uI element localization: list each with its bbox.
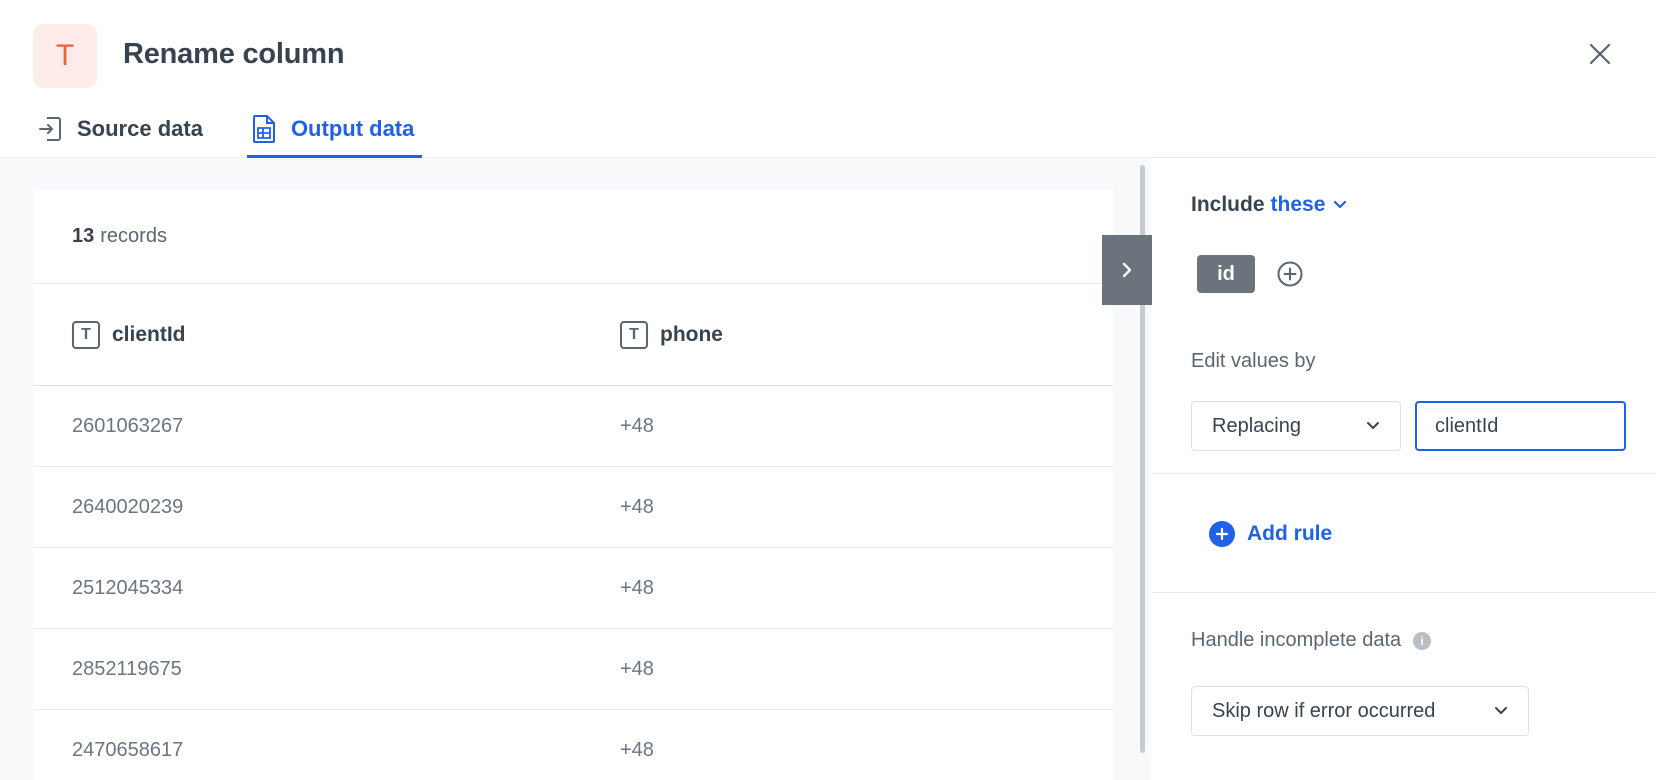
add-rule-label: Add rule xyxy=(1247,522,1333,545)
page-title: Rename column xyxy=(123,38,345,70)
cell-clientid: 2640020239 xyxy=(72,495,184,518)
column-header-phone[interactable]: T phone xyxy=(620,320,723,349)
table-row: 2470658617 +48 xyxy=(33,710,1113,780)
cell-clientid: 2470658617 xyxy=(72,738,184,761)
table-row: 2852119675 +48 xyxy=(33,629,1113,710)
include-row: Include these xyxy=(1191,193,1347,217)
info-icon[interactable]: i xyxy=(1413,631,1432,650)
column-name: phone xyxy=(660,322,723,346)
add-rule-button[interactable]: Add rule xyxy=(1209,521,1332,547)
cell-clientid: 2512045334 xyxy=(72,576,184,599)
chevron-down-icon xyxy=(1367,422,1379,429)
tab-output-data[interactable]: Output data xyxy=(246,108,423,158)
add-column-button[interactable] xyxy=(1275,259,1305,289)
incomplete-data-select[interactable]: Skip row if error occurred xyxy=(1191,686,1529,736)
tab-output-data-label: Output data xyxy=(290,116,415,141)
edit-values-label: Edit values by xyxy=(1191,350,1316,372)
close-button[interactable] xyxy=(1580,34,1620,74)
table-header: T clientId T phone xyxy=(33,284,1113,386)
text-type-icon: T xyxy=(620,320,648,349)
plus-circle-filled-icon xyxy=(1209,521,1235,547)
cell-clientid: 2601063267 xyxy=(72,414,184,437)
data-table-card: 13 records T clientId T phone 2601063267… xyxy=(33,190,1113,780)
app-icon-glyph: T xyxy=(55,39,75,72)
records-count: 13 xyxy=(72,225,95,247)
edit-mode-select[interactable]: Replacing xyxy=(1191,401,1401,451)
include-selector-dropdown[interactable]: these xyxy=(1271,193,1348,217)
tab-source-data[interactable]: Source data xyxy=(33,108,211,158)
text-type-icon: T xyxy=(72,320,100,349)
replace-value-input[interactable] xyxy=(1415,401,1626,451)
cell-clientid: 2852119675 xyxy=(72,657,182,680)
column-name: clientId xyxy=(112,322,186,346)
chevron-down-icon xyxy=(1334,200,1347,209)
table-row: 2601063267 +48 xyxy=(33,386,1113,467)
chevron-right-icon xyxy=(1122,262,1132,278)
include-selector-value: these xyxy=(1270,193,1326,216)
section-divider xyxy=(1152,473,1656,474)
incomplete-data-value: Skip row if error occurred xyxy=(1212,699,1436,722)
close-icon xyxy=(1589,43,1611,65)
data-preview-pane: 13 records T clientId T phone 2601063267… xyxy=(0,159,1151,780)
column-chip-label: id xyxy=(1217,262,1235,285)
table-row: 2512045334 +48 xyxy=(33,548,1113,629)
incomplete-data-label: Handle incomplete data i xyxy=(1191,629,1432,652)
records-summary: 13 records xyxy=(33,190,1113,284)
cell-phone: +48 xyxy=(620,738,654,761)
cell-phone: +48 xyxy=(620,495,654,518)
section-divider xyxy=(1152,592,1656,593)
table-row: 2640020239 +48 xyxy=(33,467,1113,548)
tab-bar: Source data Output data xyxy=(33,108,458,158)
incomplete-data-text: Handle incomplete data xyxy=(1191,629,1402,651)
chevron-down-icon xyxy=(1495,707,1507,714)
text-type-app-icon: T xyxy=(33,24,97,88)
tab-source-data-label: Source data xyxy=(77,116,203,141)
cell-phone: +48 xyxy=(620,657,654,680)
plus-circle-icon xyxy=(1277,261,1303,287)
cell-phone: +48 xyxy=(620,414,654,437)
column-header-clientid[interactable]: T clientId xyxy=(72,320,186,349)
table-file-icon xyxy=(251,114,279,144)
records-label: records xyxy=(100,225,167,247)
modal-header: T Rename column Source data Output data xyxy=(0,0,1656,158)
settings-panel: Include these id Edit values by Replacin… xyxy=(1152,159,1656,780)
collapse-panel-button[interactable] xyxy=(1102,235,1152,305)
include-label: Include xyxy=(1191,193,1265,216)
cell-phone: +48 xyxy=(620,576,654,599)
import-icon xyxy=(37,114,65,144)
edit-mode-value: Replacing xyxy=(1212,414,1301,437)
column-chip-id[interactable]: id xyxy=(1197,255,1255,293)
